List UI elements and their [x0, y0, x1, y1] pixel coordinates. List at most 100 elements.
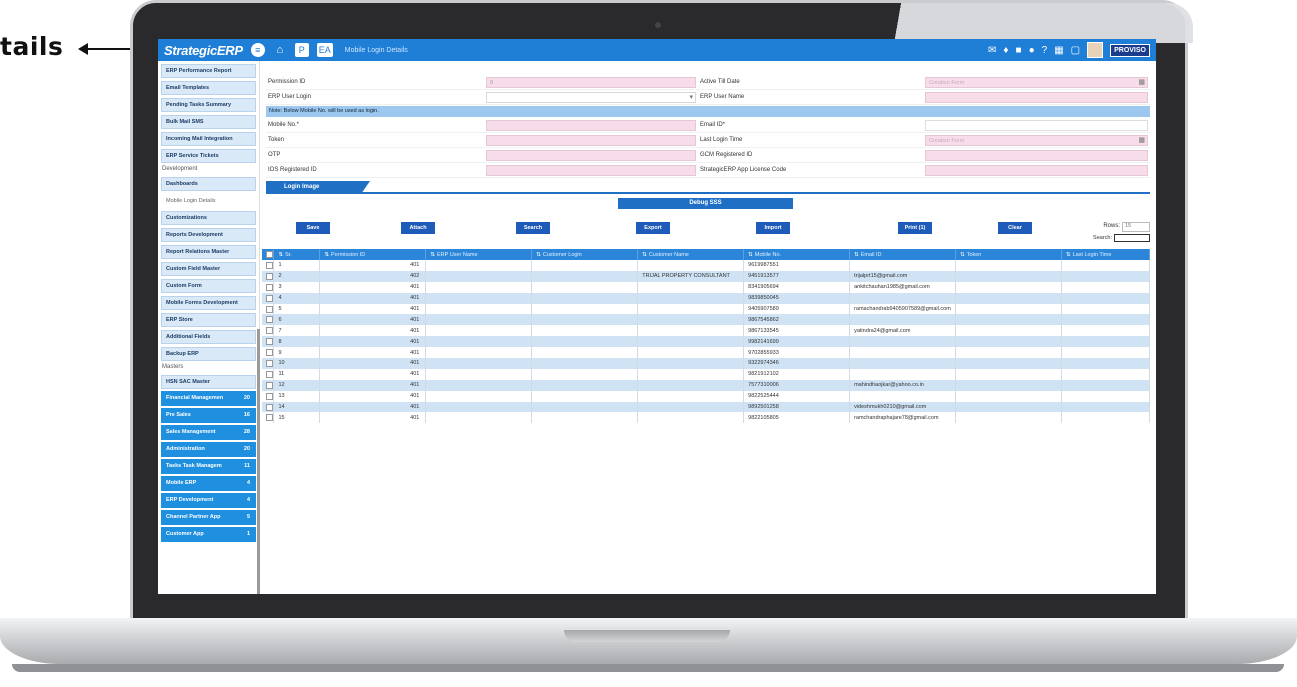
sidebar-item[interactable]: Bulk Mail SMS — [161, 115, 256, 129]
row-checkbox[interactable] — [266, 316, 273, 324]
row-checkbox[interactable] — [266, 338, 273, 346]
sidebar-item[interactable]: HSN SAC Master — [161, 375, 256, 389]
sidebar-item[interactable]: ERP Performance Report — [161, 64, 256, 78]
sidebar-scrollbar[interactable] — [257, 329, 260, 594]
gcm-field[interactable] — [925, 149, 1148, 161]
row-checkbox-cell[interactable] — [262, 401, 275, 413]
sidebar-module[interactable]: Sales Management 28 — [161, 425, 256, 440]
row-checkbox-cell[interactable] — [262, 358, 275, 369]
calendar-icon[interactable]: ▦ — [1138, 136, 1145, 146]
table-row[interactable]: 12 401 7577310006 mahindhaojkar@yahoo.co.in — [262, 379, 1151, 391]
sidebar-item[interactable]: Additional Fields — [161, 330, 256, 344]
table-row[interactable]: 1 401 9619987551 — [262, 260, 1151, 271]
otp-field[interactable] — [486, 149, 696, 161]
row-checkbox[interactable] — [266, 272, 273, 280]
row-checkbox-cell[interactable] — [262, 379, 275, 391]
row-checkbox-cell[interactable] — [262, 368, 275, 380]
sidebar-module[interactable]: ERP Development 4 — [161, 493, 256, 508]
sidebar-item[interactable]: Mobile Login Details — [161, 194, 256, 208]
table-row[interactable]: 3 401 8341905694 ankitchauhan1985@gmail.com — [262, 281, 1151, 293]
select-all-checkbox-cell[interactable] — [262, 249, 275, 260]
column-header[interactable]: ⇅ Customer Login — [531, 249, 639, 260]
ea-badge[interactable]: EA — [316, 43, 333, 57]
sidebar-item[interactable]: Backup ERP — [161, 347, 256, 361]
sidebar-item[interactable]: Dashboards — [161, 177, 256, 191]
sidebar-item[interactable]: Customizations — [161, 211, 256, 225]
column-header[interactable]: ⇅ Customer Name — [637, 249, 745, 260]
table-row[interactable]: 8 401 9982141699 — [262, 336, 1151, 348]
table-row[interactable]: 9 401 9702855933 — [262, 347, 1151, 359]
window-icon[interactable]: ▢ — [1071, 45, 1080, 56]
rows-input[interactable]: 15 — [1122, 222, 1150, 232]
app-logo[interactable]: StrategicERP — [164, 43, 243, 58]
table-row[interactable]: 10 401 9322974346 — [262, 358, 1151, 369]
home-icon[interactable]: ⌂ — [273, 43, 287, 57]
avatar[interactable] — [1087, 42, 1104, 58]
sidebar-item[interactable]: Report Relations Master — [161, 245, 256, 259]
globe-icon[interactable]: ● — [1029, 45, 1035, 56]
sidebar-item[interactable]: Custom Form — [161, 279, 256, 293]
table-row[interactable]: 7 401 9867133545 yatindra24@gmail.com — [262, 325, 1151, 337]
sort-icon[interactable]: ⇅ — [960, 252, 965, 258]
row-checkbox[interactable] — [266, 381, 273, 389]
row-checkbox[interactable] — [266, 403, 273, 411]
license-field[interactable] — [925, 164, 1148, 176]
table-row[interactable]: 13 401 9822525444 — [262, 390, 1151, 402]
menu-icon[interactable]: ≡ — [250, 43, 265, 57]
toolbar-button[interactable]: Export — [636, 222, 670, 234]
table-row[interactable]: 14 401 9892501258 videshmukh0210@gmail.com — [262, 401, 1151, 413]
column-header[interactable]: ⇅ Email ID — [849, 249, 957, 260]
sort-icon[interactable]: ⇅ — [1066, 252, 1071, 258]
row-checkbox-cell[interactable] — [262, 270, 275, 282]
sidebar-module[interactable]: Mobile ERP 4 — [161, 476, 256, 491]
ios-field[interactable] — [486, 164, 696, 176]
sidebar-item[interactable]: Email Templates — [161, 81, 256, 95]
column-header[interactable]: ⇅ Last Login Time — [1061, 249, 1151, 260]
table-row[interactable]: 6 401 9867545862 — [262, 314, 1151, 326]
calculator-icon[interactable]: ▦ — [1054, 45, 1063, 56]
erp-user-name-field[interactable] — [925, 91, 1148, 103]
toolbar-button[interactable]: Print (1) — [898, 222, 932, 234]
last-login-field[interactable]: Creation Form ▦ — [925, 134, 1148, 146]
sort-icon[interactable]: ⇅ — [324, 252, 329, 258]
sort-icon[interactable]: ⇅ — [642, 252, 647, 258]
row-checkbox-cell[interactable] — [262, 281, 275, 293]
row-checkbox-cell[interactable] — [262, 390, 275, 402]
row-checkbox-cell[interactable] — [262, 336, 275, 348]
row-checkbox[interactable] — [266, 359, 273, 367]
sidebar-module[interactable]: Tasks Task Managem 11 — [161, 459, 256, 474]
sidebar-item[interactable]: ERP Store — [161, 313, 256, 327]
table-row[interactable]: 15 401 9822105805 ramchandraphajare78@gmail… — [262, 412, 1151, 424]
select-all-checkbox[interactable] — [266, 251, 273, 258]
column-header[interactable]: ⇅ Token — [955, 249, 1062, 260]
sidebar-module[interactable]: Administration 20 — [161, 442, 256, 457]
row-checkbox-cell[interactable] — [262, 303, 275, 315]
mail-icon[interactable]: ✉ — [988, 45, 996, 56]
row-checkbox-cell[interactable] — [262, 325, 275, 337]
toolbar-button[interactable]: Clear — [998, 222, 1032, 234]
row-checkbox-cell[interactable] — [262, 314, 275, 326]
toolbar-button[interactable]: Import — [756, 222, 790, 234]
sidebar-item[interactable]: Pending Tasks Summary — [161, 98, 256, 112]
search-input[interactable] — [1114, 234, 1150, 242]
email-field[interactable] — [925, 119, 1148, 131]
sort-icon[interactable]: ⇅ — [748, 252, 753, 258]
column-header[interactable]: ⇅ ERP User Name — [425, 249, 533, 260]
active-till-field[interactable]: Creation Form ▦ — [925, 76, 1148, 88]
row-checkbox[interactable] — [266, 392, 273, 400]
row-checkbox[interactable] — [266, 305, 273, 313]
sidebar-module[interactable]: Channel Partner App 5 — [161, 510, 256, 525]
sidebar-item[interactable]: ERP Service Tickets — [161, 149, 256, 163]
toolbar-button[interactable]: Save — [296, 222, 330, 234]
table-row[interactable]: 4 401 9839850045 — [262, 292, 1151, 304]
row-checkbox[interactable] — [266, 261, 273, 269]
row-checkbox[interactable] — [266, 283, 273, 291]
help-icon[interactable]: ? — [1042, 45, 1048, 56]
mobile-field[interactable] — [486, 119, 696, 131]
toolbar-button[interactable]: Attach — [401, 222, 435, 234]
sort-icon[interactable]: ⇅ — [854, 252, 859, 258]
row-checkbox[interactable] — [266, 370, 273, 378]
row-checkbox[interactable] — [266, 327, 273, 335]
sidebar-module[interactable]: Financial Managemen 20 — [161, 391, 256, 406]
row-checkbox[interactable] — [266, 414, 273, 422]
